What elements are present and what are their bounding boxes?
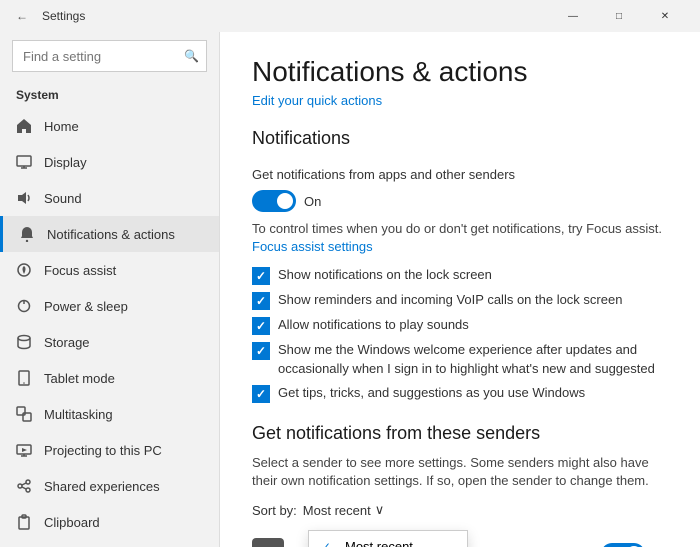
toggle-description: Get notifications from apps and other se… [252,167,668,182]
checkbox-row-1: Show reminders and incoming VoIP calls o… [252,291,668,310]
back-button[interactable]: ← [12,6,32,26]
main-content: Notifications & actions Edit your quick … [220,0,700,547]
notifications-section-title: Notifications [252,128,668,149]
checkbox-row-2: Allow notifications to play sounds [252,316,668,335]
checkbox-4[interactable] [252,385,270,403]
tablet-icon [16,370,32,386]
checkbox-row-4: Get tips, tricks, and suggestions as you… [252,384,668,403]
quick-actions-link[interactable]: Edit your quick actions [252,93,382,108]
sidebar-item-display[interactable]: Display [0,144,219,180]
projecting-icon [16,442,32,458]
multitasking-icon [16,406,32,422]
sidebar-item-focus[interactable]: Focus assist [0,252,219,288]
sort-option-label-0: Most recent [345,539,413,547]
sort-value: Most recent [303,503,371,518]
sidebar-item-shared[interactable]: Shared experiences [0,468,219,504]
close-button[interactable]: ✕ [642,0,688,32]
sidebar-label-tablet: Tablet mode [44,371,115,386]
sort-dropdown[interactable]: Most recent ∨ [303,502,384,518]
checkbox-2[interactable] [252,317,270,335]
notifications-toggle: On [252,190,668,212]
checkbox-1[interactable] [252,292,270,310]
sidebar-label-multitasking: Multitasking [44,407,113,422]
window-title: Settings [42,9,85,23]
system-label: System [0,84,219,108]
search-container: 🔍 [12,40,207,72]
notifications-toggle-switch[interactable] [252,190,296,212]
checkboxes-container: Show notifications on the lock screen Sh… [252,266,668,402]
sidebar-item-notifications[interactable]: Notifications & actions [0,216,219,252]
checkbox-row-0: Show notifications on the lock screen [252,266,668,285]
sort-row: Sort by: Most recent ∨ [252,502,668,518]
sound-icon [16,190,32,206]
get-notif-desc: Select a sender to see more settings. So… [252,454,668,490]
search-input[interactable] [12,40,207,72]
check-most-recent: ✓ [321,540,337,547]
sidebar-item-remote[interactable]: Remote Desktop [0,540,219,547]
sidebar-label-focus: Focus assist [44,263,116,278]
focus-icon [16,262,32,278]
sender-sounds-toggle-row: On [601,543,668,547]
restore-button[interactable]: □ [596,0,642,32]
focus-assist-info: To control times when you do or don't ge… [252,220,668,256]
sidebar-item-home[interactable]: Home [0,108,219,144]
sort-by-label: Sort by: [252,503,297,518]
sidebar: 🔍 System Home Display Sound Notification… [0,0,220,547]
checkbox-label-1: Show reminders and incoming VoIP calls o… [278,291,622,309]
sidebar-label-power: Power & sleep [44,299,128,314]
sidebar-label-display: Display [44,155,87,170]
sidebar-label-shared: Shared experiences [44,479,160,494]
sender-sounds-icon [252,538,284,547]
display-icon [16,154,32,170]
page-title: Notifications & actions [252,56,668,88]
sidebar-label-clipboard: Clipboard [44,515,100,530]
sender-sounds-toggle[interactable] [601,543,645,547]
search-icon: 🔍 [184,49,199,63]
checkbox-0[interactable] [252,267,270,285]
notifications-icon [19,226,35,242]
checkbox-label-3: Show me the Windows welcome experience a… [278,341,668,377]
title-bar: ← Settings — □ ✕ [0,0,700,32]
sort-arrow: ∨ [375,502,385,518]
shared-icon [16,478,32,494]
home-icon [16,118,32,134]
sort-dropdown-popup: ✓ Most recent Name [308,530,468,547]
sidebar-label-storage: Storage [44,335,90,350]
power-icon [16,298,32,314]
checkbox-label-2: Allow notifications to play sounds [278,316,469,334]
get-notif-section: Get notifications from these senders Sel… [252,423,668,547]
clipboard-icon [16,514,32,530]
sidebar-item-power[interactable]: Power & sleep [0,288,219,324]
minimize-button[interactable]: — [550,0,596,32]
sidebar-label-sound: Sound [44,191,82,206]
sidebar-item-multitasking[interactable]: Multitasking [0,396,219,432]
toggle-on-label: On [304,194,321,209]
storage-icon [16,334,32,350]
checkbox-label-0: Show notifications on the lock screen [278,266,492,284]
checkbox-label-4: Get tips, tricks, and suggestions as you… [278,384,585,402]
sidebar-item-clipboard[interactable]: Clipboard [0,504,219,540]
checkbox-row-3: Show me the Windows welcome experience a… [252,341,668,377]
sidebar-item-sound[interactable]: Sound [0,180,219,216]
sidebar-label-home: Home [44,119,79,134]
sort-option-most-recent[interactable]: ✓ Most recent [309,531,467,547]
focus-assist-link[interactable]: Focus assist settings [252,239,373,254]
sidebar-label-notifications: Notifications & actions [47,227,175,242]
window-controls: — □ ✕ [550,0,688,32]
sort-container: Sort by: Most recent ∨ ✓ Most recent Nam… [252,502,668,518]
sidebar-item-storage[interactable]: Storage [0,324,219,360]
checkbox-3[interactable] [252,342,270,360]
sidebar-label-projecting: Projecting to this PC [44,443,162,458]
get-notif-title: Get notifications from these senders [252,423,668,444]
sidebar-item-tablet[interactable]: Tablet mode [0,360,219,396]
sidebar-item-projecting[interactable]: Projecting to this PC [0,432,219,468]
